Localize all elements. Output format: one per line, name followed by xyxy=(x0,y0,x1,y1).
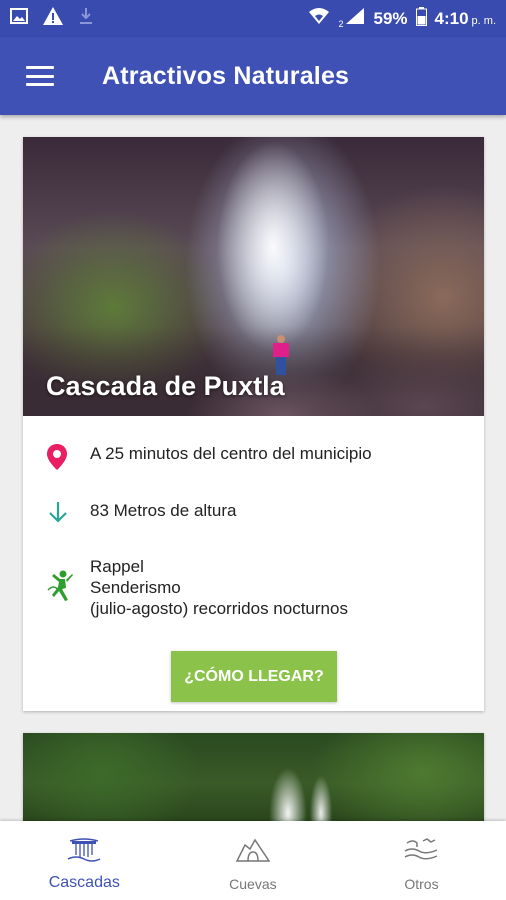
nav-label: Cuevas xyxy=(229,876,277,892)
bottom-navigation: Cascadas Cuevas Otros xyxy=(0,821,506,900)
status-bar: 2 59% 4:10 p. m. xyxy=(0,0,506,37)
waterfall-icon xyxy=(66,837,102,868)
download-icon xyxy=(78,6,94,31)
hamburger-menu-icon[interactable] xyxy=(26,66,54,86)
battery-icon xyxy=(415,6,427,31)
activity-item: Senderismo xyxy=(90,578,181,597)
nav-item-cuevas[interactable]: Cuevas xyxy=(169,821,338,900)
nav-item-otros[interactable]: Otros xyxy=(337,821,506,900)
clock-time: 4:10 xyxy=(434,8,469,28)
clock-suffix: p. m. xyxy=(471,14,496,27)
nav-label: Cascadas xyxy=(48,874,120,891)
cave-icon xyxy=(235,837,271,868)
height-text: 83 Metros de altura xyxy=(90,501,237,520)
image-icon xyxy=(10,8,28,29)
signal-icon xyxy=(345,7,365,30)
location-row: A 25 minutos del centro del municipio xyxy=(23,443,484,471)
photo-person xyxy=(273,335,289,375)
wifi-icon xyxy=(308,7,330,30)
height-row: 83 Metros de altura xyxy=(23,500,484,524)
app-title: Atractivos Naturales xyxy=(102,61,350,90)
activity-item: (julio-agosto) recorridos nocturnos xyxy=(90,599,348,618)
nav-item-cascadas[interactable]: Cascadas xyxy=(0,821,169,900)
activity-item: Rappel xyxy=(90,557,144,576)
nav-label: Otros xyxy=(404,876,439,892)
app-bar: Atractivos Naturales xyxy=(0,37,506,115)
river-icon xyxy=(403,837,439,868)
location-pin-icon xyxy=(46,443,90,471)
warning-icon xyxy=(42,6,64,31)
attraction-card: Cascada de Puxtla A 25 minutos del centr… xyxy=(23,137,484,711)
arrow-down-icon xyxy=(46,500,90,524)
card-title: Cascada de Puxtla xyxy=(46,371,285,401)
sim-indicator: 2 xyxy=(338,18,344,29)
waterfall-photo: Cascada de Puxtla xyxy=(23,137,484,416)
how-to-get-there-button[interactable]: ¿CÓMO LLEGAR? xyxy=(171,651,337,702)
climbing-icon xyxy=(46,556,90,619)
battery-percent: 59% xyxy=(373,8,408,28)
location-text: A 25 minutos del centro del municipio xyxy=(90,444,372,463)
next-attraction-photo[interactable] xyxy=(23,733,484,833)
clock: 4:10 p. m. xyxy=(435,9,496,29)
activities-row: Rappel Senderismo (julio-agosto) recorri… xyxy=(23,556,484,619)
activities-list: Rappel Senderismo (julio-agosto) recorri… xyxy=(90,556,348,619)
